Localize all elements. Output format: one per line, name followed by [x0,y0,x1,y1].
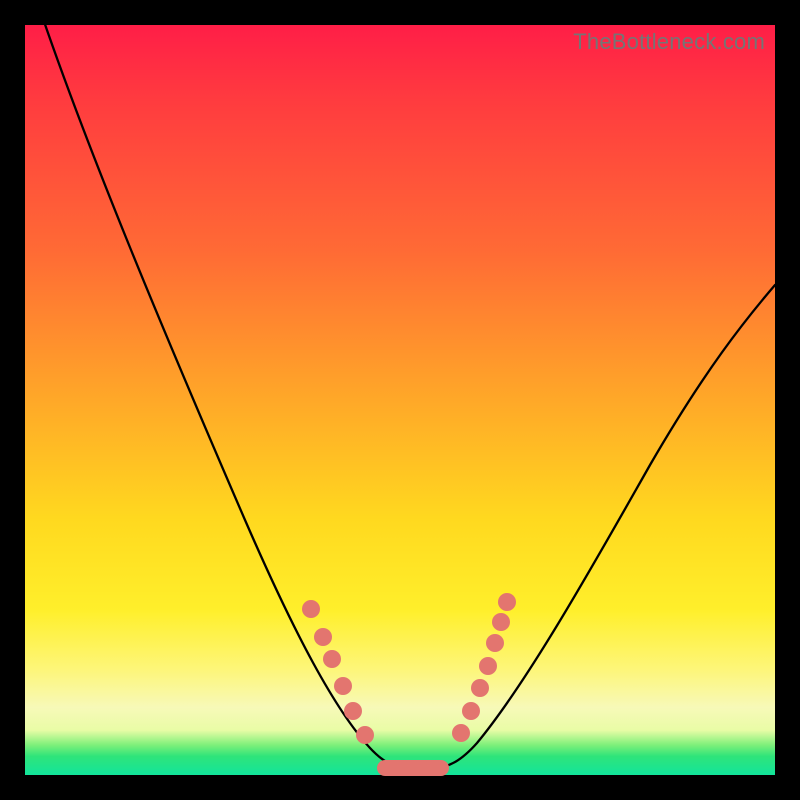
chart-stage: TheBottleneck.com [0,0,800,800]
marker-dot [356,726,374,744]
marker-dot [462,702,480,720]
marker-dot [452,724,470,742]
marker-dot [479,657,497,675]
marker-dot [344,702,362,720]
curve-layer [25,25,775,775]
marker-dot [486,634,504,652]
marker-dot [334,677,352,695]
plot-area: TheBottleneck.com [25,25,775,775]
marker-dot [302,600,320,618]
marker-dot [314,628,332,646]
marker-pill [377,760,449,776]
marker-dot [323,650,341,668]
marker-dot [492,613,510,631]
bottleneck-curve [35,0,775,768]
marker-dot [498,593,516,611]
marker-dot [471,679,489,697]
